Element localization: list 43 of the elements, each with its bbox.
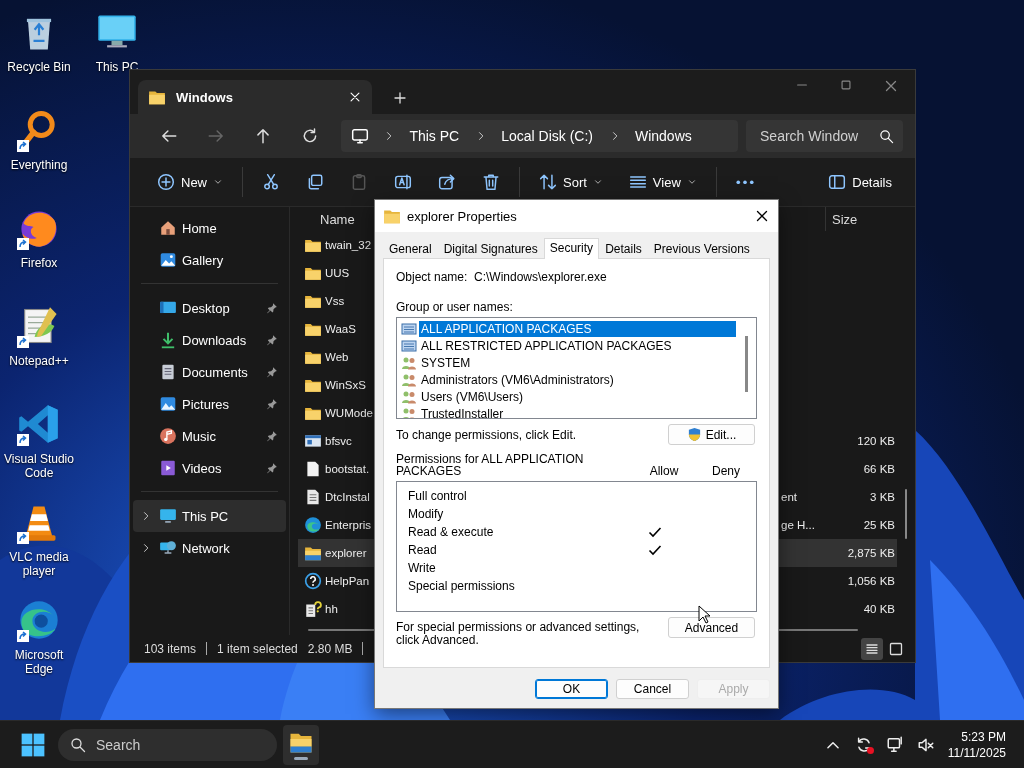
permission-name: Read & execute: [408, 525, 495, 539]
object-name: C:\Windows\explorer.exe: [474, 270, 607, 284]
hint-text: For special permissions or advanced settings, click Advanced.: [396, 621, 641, 647]
item-count: 103 items: [144, 641, 197, 656]
file-name: twain_32: [325, 239, 373, 251]
file-name: UUS: [325, 267, 351, 279]
file-name: WUMode: [325, 407, 374, 419]
field-label: Object name:: [396, 270, 469, 284]
file-type: ge H...: [781, 519, 815, 531]
section-label: Permissions for ALL APPLICATION PACKAGES: [396, 453, 585, 477]
permission-name: Modify: [408, 507, 445, 521]
file-size: 66 KB: [863, 463, 895, 475]
permission-name: Write: [408, 561, 437, 575]
file-name: Vss: [325, 295, 346, 307]
file-name: WinSxS: [325, 379, 367, 391]
file-size: 120 KB: [857, 435, 895, 447]
section-label: Group or user names:: [396, 300, 514, 314]
permission-name: Read: [408, 543, 438, 557]
column-header: Deny: [711, 465, 741, 477]
dialog-title: explorer Properties: [407, 208, 518, 224]
selection-info: 1 item selected: [217, 641, 298, 656]
file-name: DtcInstal: [325, 491, 371, 503]
file-name: HelpPan: [325, 575, 371, 587]
file-size: 40 KB: [863, 603, 895, 615]
clock-date: 11/11/2025: [947, 744, 1006, 761]
file-name: explorer: [325, 547, 368, 559]
file-size: 25 KB: [863, 519, 895, 531]
hint-text: To change permissions, click Edit.: [396, 427, 577, 442]
permission-name: Special permissions: [408, 579, 516, 593]
permission-name: Full control: [408, 489, 468, 503]
file-name: bfsvc: [325, 435, 353, 447]
clock-time: 5:23 PM: [961, 728, 1006, 745]
file-type: ent: [781, 491, 797, 503]
file-size: 3 KB: [870, 491, 895, 503]
file-size: 1,056 KB: [847, 575, 895, 587]
file-name: hh: [325, 603, 339, 615]
selection-size: 2.80 MB: [307, 641, 353, 656]
file-name: bootstat.: [325, 463, 371, 475]
file-name: Web: [325, 351, 350, 363]
file-size: 2,875 KB: [847, 547, 895, 559]
file-name: Enterpris: [325, 519, 373, 531]
file-name: WaaS: [325, 323, 357, 335]
column-header: Allow: [648, 465, 680, 477]
